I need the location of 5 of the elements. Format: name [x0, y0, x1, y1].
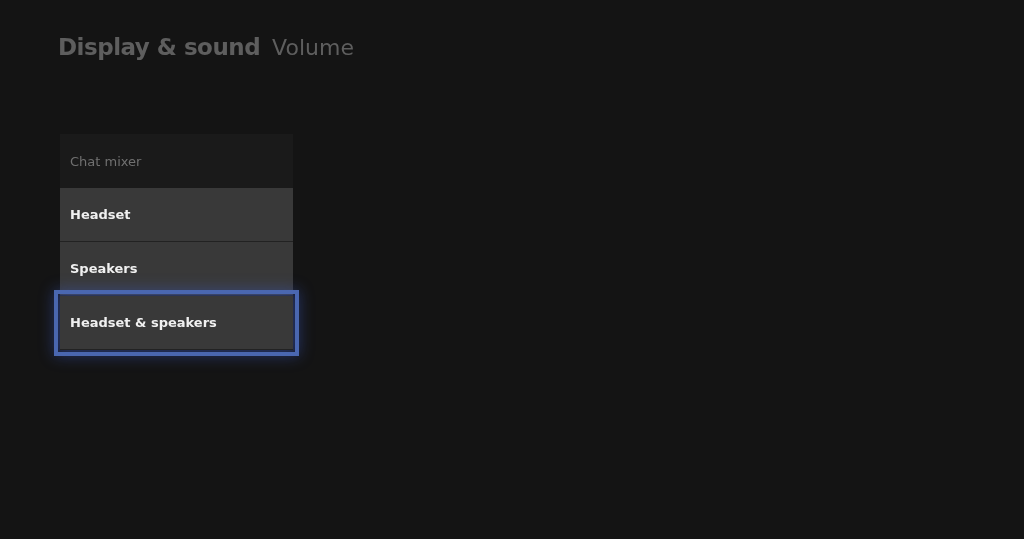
menu-option[interactable]: Speakers: [60, 242, 293, 296]
page-title: Volume: [272, 35, 354, 60]
dropdown-label: Chat mixer: [60, 134, 293, 188]
menu-option[interactable]: Headset: [60, 188, 293, 242]
section-title: Display & sound: [58, 34, 261, 60]
